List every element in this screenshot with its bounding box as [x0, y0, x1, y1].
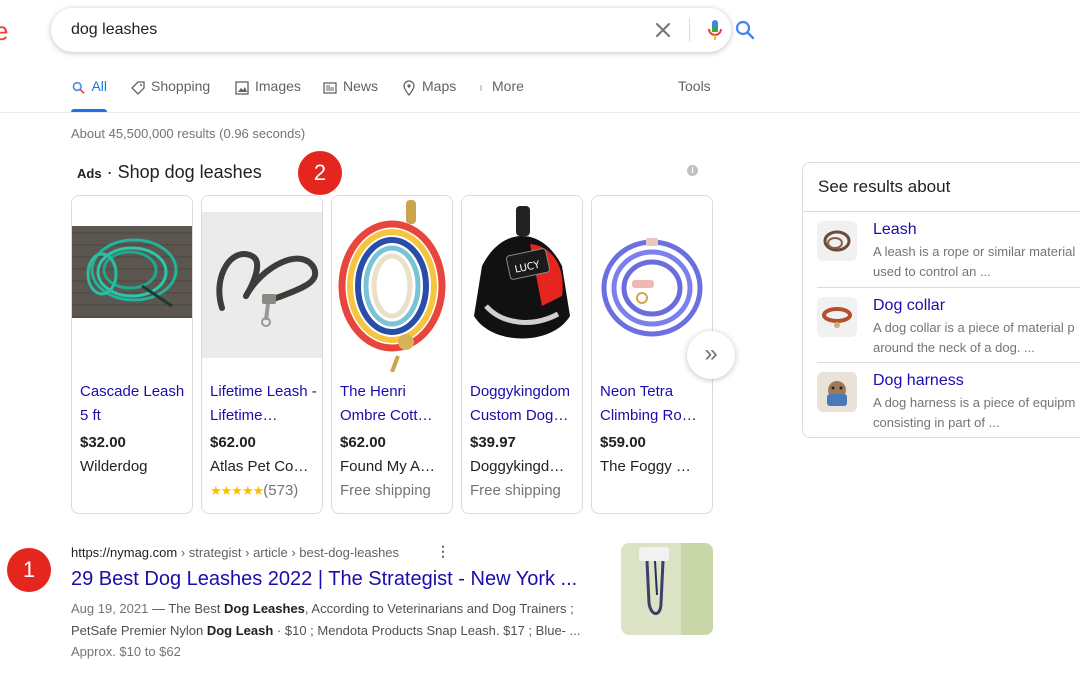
product-title[interactable]: Neon Tetra Climbing Ro… — [600, 380, 708, 428]
search-box-divider — [689, 18, 690, 42]
result-stats: About 45,500,000 results (0.96 seconds) — [71, 126, 306, 141]
panel-divider — [817, 287, 1080, 288]
entity-description: A dog harness is a piece of equipm consi… — [873, 395, 1076, 430]
product-rating: ★★★★★(573) — [210, 482, 322, 499]
product-title[interactable]: Doggykingdom Custom Dog… — [470, 380, 578, 428]
product-image — [332, 196, 452, 372]
product-price: $59.00 — [600, 434, 646, 451]
panel-divider — [817, 362, 1080, 363]
result-title[interactable]: 29 Best Dog Leashes 2022 | The Strategis… — [71, 568, 577, 591]
panel-title: See results about — [818, 177, 951, 196]
tab-label: All — [91, 78, 107, 94]
snippet-bold-2: Dog Leash — [206, 623, 274, 638]
product-card-1[interactable]: Cascade Leash 5 ft $32.00 Wilderdog — [71, 195, 193, 514]
entity-name[interactable]: Dog collar — [873, 297, 945, 315]
product-merchant: Wilderdog — [80, 458, 148, 475]
info-icon[interactable]: i — [687, 165, 698, 176]
product-price: $62.00 — [340, 434, 386, 451]
snippet-bold-1: Dog Leashes — [224, 601, 305, 616]
tools-button[interactable]: Tools — [678, 78, 711, 112]
product-merchant: Atlas Pet Co… — [210, 458, 309, 475]
search-input[interactable] — [71, 18, 571, 42]
entity-name[interactable]: Leash — [873, 221, 917, 239]
ads-label: Ads — [77, 166, 102, 181]
product-image — [72, 196, 192, 372]
product-title[interactable]: Cascade Leash 5 ft — [80, 380, 188, 428]
google-logo-fragment[interactable]: e — [0, 16, 8, 47]
product-merchant: Doggykingd… — [470, 458, 565, 475]
product-merchant: The Foggy … — [600, 458, 691, 475]
see-results-about-panel: See results about Leash A leash is a rop… — [802, 162, 1080, 438]
product-title[interactable]: The Henri Ombre Cott… — [340, 380, 448, 428]
microphone-icon[interactable] — [704, 18, 726, 42]
tab-news[interactable]: News — [322, 78, 378, 112]
product-image: LUCY — [462, 196, 582, 372]
tools-label: Tools — [678, 78, 711, 94]
more-vert-icon — [480, 85, 482, 91]
tab-maps[interactable]: Maps — [401, 78, 456, 112]
panel-divider — [803, 211, 1080, 212]
result-date: Aug 19, 2021 — [71, 601, 149, 616]
entity-thumbnail — [817, 297, 857, 337]
search-icon — [72, 81, 85, 94]
tab-more[interactable]: More — [479, 78, 524, 112]
search-box — [51, 8, 755, 52]
result-price-range: Approx. $10 to $62 — [71, 644, 181, 659]
ads-separator: · — [106, 162, 113, 182]
product-card-4[interactable]: LUCY Doggykingdom Custom Dog… $39.97 Dog… — [461, 195, 583, 514]
tab-label: Shopping — [151, 78, 211, 94]
result-url[interactable]: https://nymag.com › strategist › article… — [71, 545, 399, 560]
clear-icon[interactable] — [651, 18, 675, 42]
product-price: $62.00 — [210, 434, 256, 451]
snippet-text-1: The Best — [168, 601, 224, 616]
ads-title: Shop dog leashes — [117, 162, 262, 182]
product-card-3[interactable]: The Henri Ombre Cott… $62.00 Found My A…… — [331, 195, 453, 514]
snippet-dash: — — [148, 601, 169, 616]
carousel-next-button[interactable]: » — [687, 331, 735, 379]
product-title[interactable]: Lifetime Leash - Lifetime… — [210, 380, 318, 428]
result-breadcrumb: › strategist › article › best-dog-leashe… — [177, 545, 400, 560]
tab-label: News — [343, 78, 379, 94]
tab-label: Maps — [422, 78, 457, 94]
entity-leash[interactable]: Leash A leash is a rope or similar mater… — [803, 213, 1080, 288]
result-snippet: Aug 19, 2021 — The Best Dog Leashes, Acc… — [71, 598, 616, 642]
tabs-divider — [0, 112, 1080, 113]
product-price: $32.00 — [80, 434, 126, 451]
annotation-badge-1: 1 — [7, 548, 51, 592]
entity-name[interactable]: Dog harness — [873, 372, 964, 390]
entity-dog-collar[interactable]: Dog collar A dog collar is a piece of ma… — [803, 289, 1080, 364]
star-rating-icons: ★★★★★ — [210, 483, 264, 498]
product-image — [202, 196, 322, 372]
entity-description: A dog collar is a piece of material p ar… — [873, 320, 1075, 355]
review-count: (573) — [263, 482, 299, 499]
image-icon — [235, 81, 249, 95]
search-icon[interactable] — [733, 18, 757, 42]
tab-label: Images — [255, 78, 301, 94]
result-site: https://nymag.com — [71, 545, 178, 560]
product-merchant: Found My A… — [340, 458, 436, 475]
product-shipping: Free shipping — [340, 482, 431, 499]
ads-header: Ads · Shop dog leashes — [77, 162, 262, 183]
annotation-badge-2: 2 — [298, 151, 342, 195]
entity-thumbnail — [817, 372, 857, 412]
tab-label: More — [492, 78, 524, 94]
snippet-text-3: · $10 ; Mendota Products Snap Leash. $17… — [273, 623, 581, 638]
tab-images[interactable]: Images — [234, 78, 301, 112]
news-icon — [323, 82, 337, 94]
result-thumbnail[interactable] — [621, 543, 713, 635]
tab-all[interactable]: All — [71, 78, 107, 112]
product-card-2[interactable]: Lifetime Leash - Lifetime… $62.00 Atlas … — [201, 195, 323, 514]
map-pin-icon — [403, 80, 415, 96]
product-price: $39.97 — [470, 434, 516, 451]
result-menu-icon[interactable]: ⋮ — [436, 543, 450, 560]
product-shipping: Free shipping — [470, 482, 561, 499]
entity-description: A leash is a rope or similar material us… — [873, 244, 1076, 279]
entity-dog-harness[interactable]: Dog harness A dog harness is a piece of … — [803, 364, 1080, 439]
entity-thumbnail — [817, 221, 857, 261]
tab-shopping[interactable]: Shopping — [130, 78, 210, 112]
tag-icon — [131, 81, 145, 95]
